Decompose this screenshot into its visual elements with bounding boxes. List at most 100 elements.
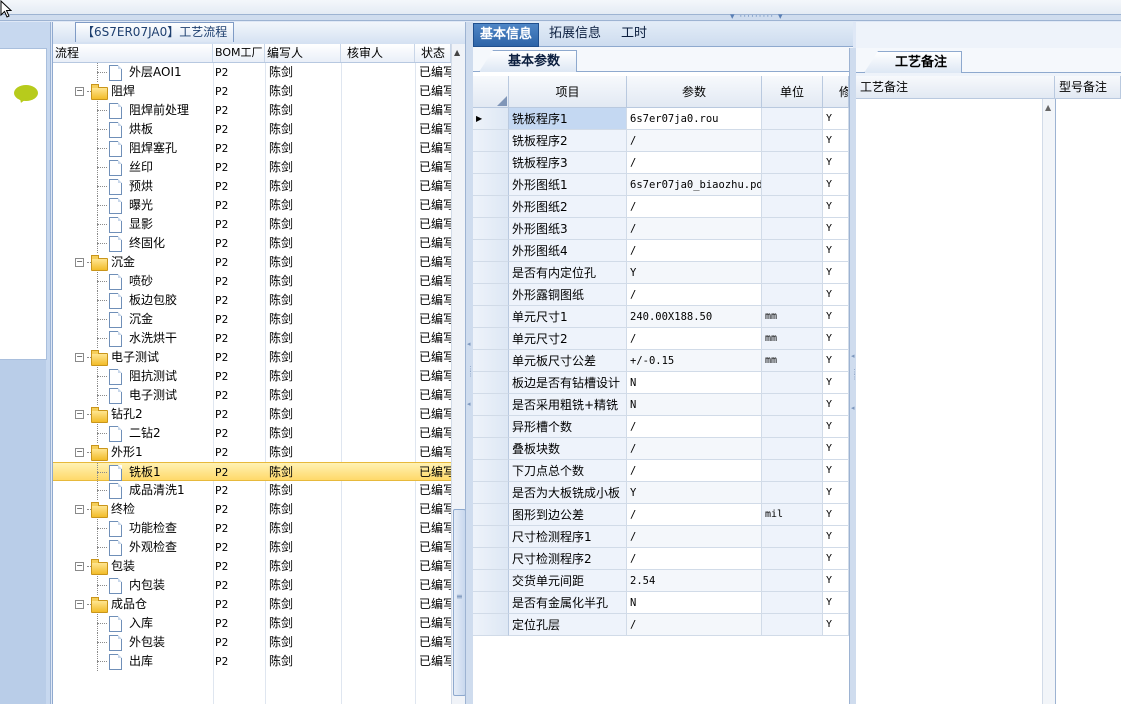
grid-cell-unit[interactable] — [762, 152, 823, 174]
grid-row[interactable]: 交货单元间距 2.54 Y — [473, 570, 849, 592]
grid-cell-modify[interactable]: Y — [823, 372, 849, 394]
tree-row[interactable]: 阻抗测试 P2 陈剑 已编写 — [53, 367, 451, 386]
tree-row[interactable]: 外观检查 P2 陈剑 已编写 — [53, 538, 451, 557]
grid-cell-unit[interactable] — [762, 482, 823, 504]
grid-cell-modify[interactable]: Y — [823, 504, 849, 526]
tree-row[interactable]: − 终检 P2 陈剑 已编写 — [53, 500, 451, 519]
tab-work-hours[interactable]: 工时 — [615, 23, 653, 45]
grid-row[interactable]: 外形图纸1 6s7er07ja0_biaozhu.pdf Y — [473, 174, 849, 196]
tab-extended-info[interactable]: 拓展信息 — [543, 23, 607, 45]
tree-row[interactable]: − 电子测试 P2 陈剑 已编写 — [53, 348, 451, 367]
tree-row[interactable]: 烘板 P2 陈剑 已编写 — [53, 120, 451, 139]
grid-cell-unit[interactable] — [762, 262, 823, 284]
grid-row[interactable]: 是否为大板铣成小板 Y Y — [473, 482, 849, 504]
grid-corner[interactable] — [473, 76, 509, 108]
grid-cell-param[interactable]: 2.54 — [627, 570, 762, 592]
grid-cell-unit[interactable] — [762, 108, 823, 130]
row-indicator[interactable] — [473, 350, 509, 372]
grid-cell-modify[interactable]: Y — [823, 262, 849, 284]
grid-cell-modify[interactable]: Y — [823, 328, 849, 350]
tree-row[interactable]: 内包装 P2 陈剑 已编写 — [53, 576, 451, 595]
grid-cell-param[interactable]: / — [627, 284, 762, 306]
scroll-up-arrow-icon[interactable]: ▲ — [454, 48, 460, 57]
grid-cell-modify[interactable]: Y — [823, 174, 849, 196]
tree-row[interactable]: 外层AOI1 P2 陈剑 已编写 — [53, 63, 451, 82]
grid-row[interactable]: 异形槽个数 / Y — [473, 416, 849, 438]
grid-cell-param[interactable]: N — [627, 394, 762, 416]
chat-bubble-icon[interactable] — [14, 85, 38, 101]
row-indicator[interactable] — [473, 306, 509, 328]
grid-cell-modify[interactable]: Y — [823, 526, 849, 548]
tree-row[interactable]: 阻焊前处理 P2 陈剑 已编写 — [53, 101, 451, 120]
grid-cell-param[interactable]: / — [627, 614, 762, 636]
grid-cell-modify[interactable]: Y — [823, 482, 849, 504]
row-indicator[interactable] — [473, 152, 509, 174]
tree-row[interactable]: − 沉金 P2 陈剑 已编写 — [53, 253, 451, 272]
tab-process-remarks[interactable]: 工艺备注 — [864, 51, 963, 73]
grid-cell-modify[interactable]: Y — [823, 416, 849, 438]
row-indicator[interactable] — [473, 196, 509, 218]
grid-cell-modify[interactable]: Y — [823, 460, 849, 482]
collapse-toggle-icon[interactable]: − — [75, 258, 84, 267]
grid-cell-unit[interactable] — [762, 394, 823, 416]
grid-cell-unit[interactable] — [762, 174, 823, 196]
tree-row[interactable]: 阻焊塞孔 P2 陈剑 已编写 — [53, 139, 451, 158]
grid-col-modify[interactable]: 修 — [823, 76, 849, 108]
grid-cell-unit[interactable]: mm — [762, 328, 823, 350]
tree-row[interactable]: 喷砂 P2 陈剑 已编写 — [53, 272, 451, 291]
grid-row[interactable]: 图形到边公差 / mil Y — [473, 504, 849, 526]
splitter-grip-icon[interactable]: ⋮ ⋮ — [851, 369, 858, 381]
tree-row[interactable]: 出库 P2 陈剑 已编写 — [53, 652, 451, 671]
grid-cell-modify[interactable]: Y — [823, 592, 849, 614]
row-indicator[interactable] — [473, 394, 509, 416]
tree-col-reviewer[interactable]: 核审人 — [341, 44, 415, 62]
grid-cell-modify[interactable]: Y — [823, 130, 849, 152]
grid-cell-modify[interactable]: Y — [823, 196, 849, 218]
tree-row[interactable]: − 包装 P2 陈剑 已编写 — [53, 557, 451, 576]
tree-vertical-scrollbar[interactable]: ▲ ≡ — [451, 44, 466, 704]
grid-cell-param[interactable]: / — [627, 504, 762, 526]
tab-basic-info[interactable]: 基本信息 — [473, 23, 540, 47]
grid-cell-param[interactable]: / — [627, 526, 762, 548]
splitter-grip-icon[interactable]: ⋮ ⋮ — [467, 366, 474, 378]
grid-row[interactable]: 单元尺寸1 240.00X188.50 mm Y — [473, 306, 849, 328]
grid-cell-param[interactable]: N — [627, 592, 762, 614]
row-indicator[interactable] — [473, 526, 509, 548]
grid-cell-param[interactable]: N — [627, 372, 762, 394]
scroll-up-arrow-icon[interactable]: ▲ — [1045, 103, 1051, 112]
grid-cell-param[interactable]: / — [627, 240, 762, 262]
grid-row[interactable]: 外形图纸4/ Y — [473, 240, 849, 262]
row-indicator[interactable] — [473, 416, 509, 438]
grid-cell-unit[interactable] — [762, 218, 823, 240]
tree-row[interactable]: 丝印 P2 陈剑 已编写 — [53, 158, 451, 177]
tree-row[interactable]: 入库 P2 陈剑 已编写 — [53, 614, 451, 633]
grid-row[interactable]: 下刀点总个数 / Y — [473, 460, 849, 482]
grid-row[interactable]: 是否采用粗铣+精铣 N Y — [473, 394, 849, 416]
grid-cell-param[interactable]: / — [627, 196, 762, 218]
grid-cell-param[interactable]: / — [627, 152, 762, 174]
grid-cell-param[interactable]: / — [627, 416, 762, 438]
grid-cell-unit[interactable]: mil — [762, 504, 823, 526]
row-indicator[interactable] — [473, 174, 509, 196]
grid-row[interactable]: 铣板程序2/ Y — [473, 130, 849, 152]
grid-row[interactable]: 定位孔层 / Y — [473, 614, 849, 636]
row-indicator[interactable] — [473, 262, 509, 284]
row-indicator[interactable] — [473, 592, 509, 614]
top-splitter[interactable] — [0, 14, 1121, 21]
col-process-remark[interactable]: 工艺备注 — [856, 76, 1055, 98]
grid-row[interactable]: 铣板程序3/ Y — [473, 152, 849, 174]
tree-row[interactable]: − 阻焊 P2 陈剑 已编写 — [53, 82, 451, 101]
row-indicator[interactable] — [473, 372, 509, 394]
grid-row[interactable]: 是否有内定位孔 Y Y — [473, 262, 849, 284]
grid-row[interactable]: 外形图纸3/ Y — [473, 218, 849, 240]
grid-cell-modify[interactable]: Y — [823, 284, 849, 306]
grid-cell-unit[interactable] — [762, 130, 823, 152]
grid-row[interactable]: 单元板尺寸公差 +/-0.15 mm Y — [473, 350, 849, 372]
grid-cell-unit[interactable] — [762, 196, 823, 218]
tree-row[interactable]: 外包装 P2 陈剑 已编写 — [53, 633, 451, 652]
row-indicator[interactable] — [473, 614, 509, 636]
tree-row[interactable]: 二钻2 P2 陈剑 已编写 — [53, 424, 451, 443]
grid-cell-unit[interactable] — [762, 416, 823, 438]
grid-cell-unit[interactable] — [762, 526, 823, 548]
splitter-grip[interactable]: ▾ ········· ▾ — [730, 13, 790, 22]
